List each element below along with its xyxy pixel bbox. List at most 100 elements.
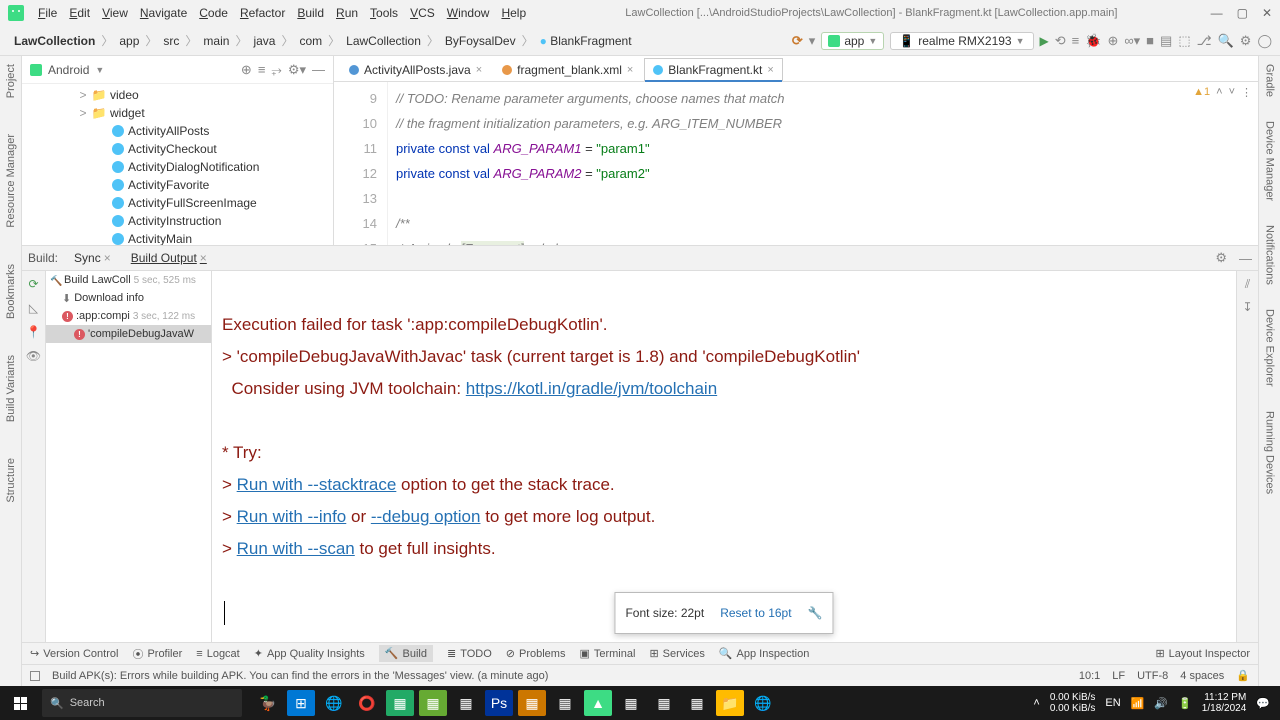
tray-chevron-icon[interactable]: ˄	[1033, 697, 1039, 709]
run-config-selector[interactable]: app▼	[821, 32, 884, 50]
breadcrumb-0[interactable]: LawCollection	[8, 32, 101, 50]
editor-tab-fragment_blank.xml[interactable]: fragment_blank.xml×	[493, 58, 642, 81]
taskbar-edge[interactable]: 🌐	[320, 690, 348, 716]
tree-ActivityFavorite[interactable]: ActivityFavorite	[22, 176, 333, 194]
tray-clock[interactable]: 11:12 PM1/18/2024	[1202, 692, 1247, 714]
tree-ActivityInstruction[interactable]: ActivityInstruction	[22, 212, 333, 230]
tab-problems[interactable]: ⊘ Problems	[506, 647, 566, 660]
warning-indicator[interactable]: ▲1	[1193, 86, 1210, 99]
taskbar-app-7[interactable]: ▦	[518, 690, 546, 716]
search-icon[interactable]: 🔍	[1218, 33, 1234, 49]
filter-icon[interactable]: 📍	[26, 325, 41, 339]
taskbar-android-studio[interactable]: ▲	[584, 690, 612, 716]
breadcrumb-7[interactable]: ByFoysalDev	[439, 32, 522, 50]
tree-video[interactable]: >📁video	[22, 86, 333, 104]
reset-font-link[interactable]: Reset to 16pt	[720, 597, 791, 629]
menu-refactor[interactable]: Refactor	[234, 4, 291, 22]
coverage-icon[interactable]: ≡	[1072, 33, 1080, 48]
debug-run-icon[interactable]: ⟲	[1055, 33, 1066, 49]
tree-widget[interactable]: >📁widget	[22, 104, 333, 122]
menu-code[interactable]: Code	[193, 4, 234, 22]
minimize-icon[interactable]: —	[1211, 6, 1223, 20]
status-indicator-icon[interactable]	[30, 671, 40, 681]
project-view-selector[interactable]: Android	[48, 63, 89, 77]
menu-help[interactable]: Help	[495, 4, 532, 22]
taskbar-app-2[interactable]: ⊞	[287, 690, 315, 716]
menu-build[interactable]: Build	[291, 4, 330, 22]
build-tree[interactable]: Build LawColl5 sec, 525 ms⬇Download info…	[46, 271, 212, 642]
taskbar-app-13[interactable]: 🌐	[749, 690, 777, 716]
scroll-end-icon[interactable]: ↧	[1242, 300, 1252, 314]
locate-icon[interactable]: ⊕	[241, 62, 252, 78]
status-indent[interactable]: 4 spaces	[1180, 670, 1224, 682]
status-encoding[interactable]: UTF-8	[1137, 670, 1168, 682]
debug-icon[interactable]: 🐞	[1085, 33, 1101, 49]
tool-notifications[interactable]: Notifications	[1264, 225, 1276, 285]
tree-ActivityCheckout[interactable]: ActivityCheckout	[22, 140, 333, 158]
tray-notifications-icon[interactable]: 💬	[1256, 697, 1270, 710]
build-tab-output[interactable]: Build Output×	[127, 249, 211, 267]
menu-window[interactable]: Window	[441, 4, 496, 22]
build-node[interactable]: ⬇Download info	[46, 289, 211, 307]
stacktrace-link[interactable]: Run with --stacktrace	[237, 475, 397, 494]
breadcrumb-8[interactable]: ● BlankFragment	[534, 32, 638, 50]
build-hide-icon[interactable]: —	[1239, 251, 1252, 266]
tray-language[interactable]: EN	[1105, 697, 1120, 709]
tab-profiler[interactable]: ⦿ Profiler	[132, 646, 182, 662]
tab-layout-inspector[interactable]: ⊞ Layout Inspector	[1155, 647, 1250, 660]
tab-services[interactable]: ⊞ Services	[649, 647, 704, 660]
debug-link[interactable]: --debug option	[371, 507, 481, 526]
filter-icon[interactable]: ≡	[258, 62, 266, 77]
taskbar-app-4[interactable]: ▦	[419, 690, 447, 716]
editor-menu-icon[interactable]: ⋮	[1241, 86, 1252, 99]
taskbar-app-1[interactable]: 🦆	[254, 690, 282, 716]
code-area[interactable]: // TODO: Rename parameter arguments, cho…	[388, 82, 1258, 245]
menu-tools[interactable]: Tools	[364, 4, 404, 22]
scan-link[interactable]: Run with --scan	[237, 539, 355, 558]
status-line-sep[interactable]: LF	[1112, 670, 1125, 682]
sync-icon[interactable]: ⟳	[792, 33, 803, 49]
editor-tab-BlankFragment.kt[interactable]: BlankFragment.kt×	[644, 58, 782, 82]
tray-volume-icon[interactable]: 🔊	[1154, 697, 1168, 710]
nav-down-icon[interactable]: ˅	[1229, 86, 1235, 99]
soft-wrap-icon[interactable]: ⫽	[1245, 277, 1250, 292]
collapse-icon[interactable]: ⥅	[271, 62, 281, 78]
tab-todo[interactable]: ≣ TODO	[447, 647, 492, 660]
status-position[interactable]: 10:1	[1079, 670, 1100, 682]
git-icon[interactable]: ⎇	[1197, 33, 1212, 49]
profile-icon[interactable]: ⊕	[1107, 33, 1118, 49]
menu-view[interactable]: View	[96, 4, 134, 22]
stop-icon[interactable]: ■	[1146, 33, 1154, 48]
taskbar-app-6[interactable]: Ps	[485, 690, 513, 716]
info-link[interactable]: Run with --info	[237, 507, 347, 526]
tray-battery-icon[interactable]: 🔋	[1178, 697, 1192, 710]
tool-structure[interactable]: Structure	[5, 458, 17, 503]
expand-icon[interactable]: 👁	[26, 349, 41, 363]
tree-ActivityDialogNotification[interactable]: ActivityDialogNotification	[22, 158, 333, 176]
tool-gradle[interactable]: Gradle	[1264, 64, 1276, 97]
taskbar-chrome[interactable]: ⭕	[353, 690, 381, 716]
taskbar-search[interactable]: 🔍 Search	[42, 689, 242, 717]
stop-build-icon[interactable]: ◺	[29, 301, 38, 315]
breadcrumb-5[interactable]: com	[293, 32, 328, 50]
breadcrumb-4[interactable]: java	[247, 32, 281, 50]
tool-build-variants[interactable]: Build Variants	[5, 355, 17, 422]
nav-up-icon[interactable]: ˄	[1216, 86, 1222, 99]
taskbar-app-12[interactable]: 📁	[716, 690, 744, 716]
tool-device-manager[interactable]: Device Manager	[1264, 121, 1276, 201]
toolchain-link[interactable]: https://kotl.in/gradle/jvm/toolchain	[466, 379, 717, 398]
hide-icon[interactable]: —	[312, 62, 325, 77]
sdk-icon[interactable]: ⬚	[1178, 33, 1190, 49]
taskbar-app-5[interactable]: ▦	[452, 690, 480, 716]
breadcrumb-1[interactable]: app	[113, 32, 145, 50]
taskbar-app-3[interactable]: ▦	[386, 690, 414, 716]
tool-resource-manager[interactable]: Resource Manager	[5, 134, 17, 228]
build-node[interactable]: !'compileDebugJavaW	[46, 325, 211, 343]
build-node[interactable]: Build LawColl5 sec, 525 ms	[46, 271, 211, 289]
taskbar-app-8[interactable]: ▦	[551, 690, 579, 716]
breadcrumb-3[interactable]: main	[197, 32, 235, 50]
run-icon[interactable]: ▶	[1040, 34, 1049, 48]
start-button[interactable]	[4, 689, 36, 717]
taskbar-app-9[interactable]: ▦	[617, 690, 645, 716]
menu-edit[interactable]: Edit	[63, 4, 96, 22]
